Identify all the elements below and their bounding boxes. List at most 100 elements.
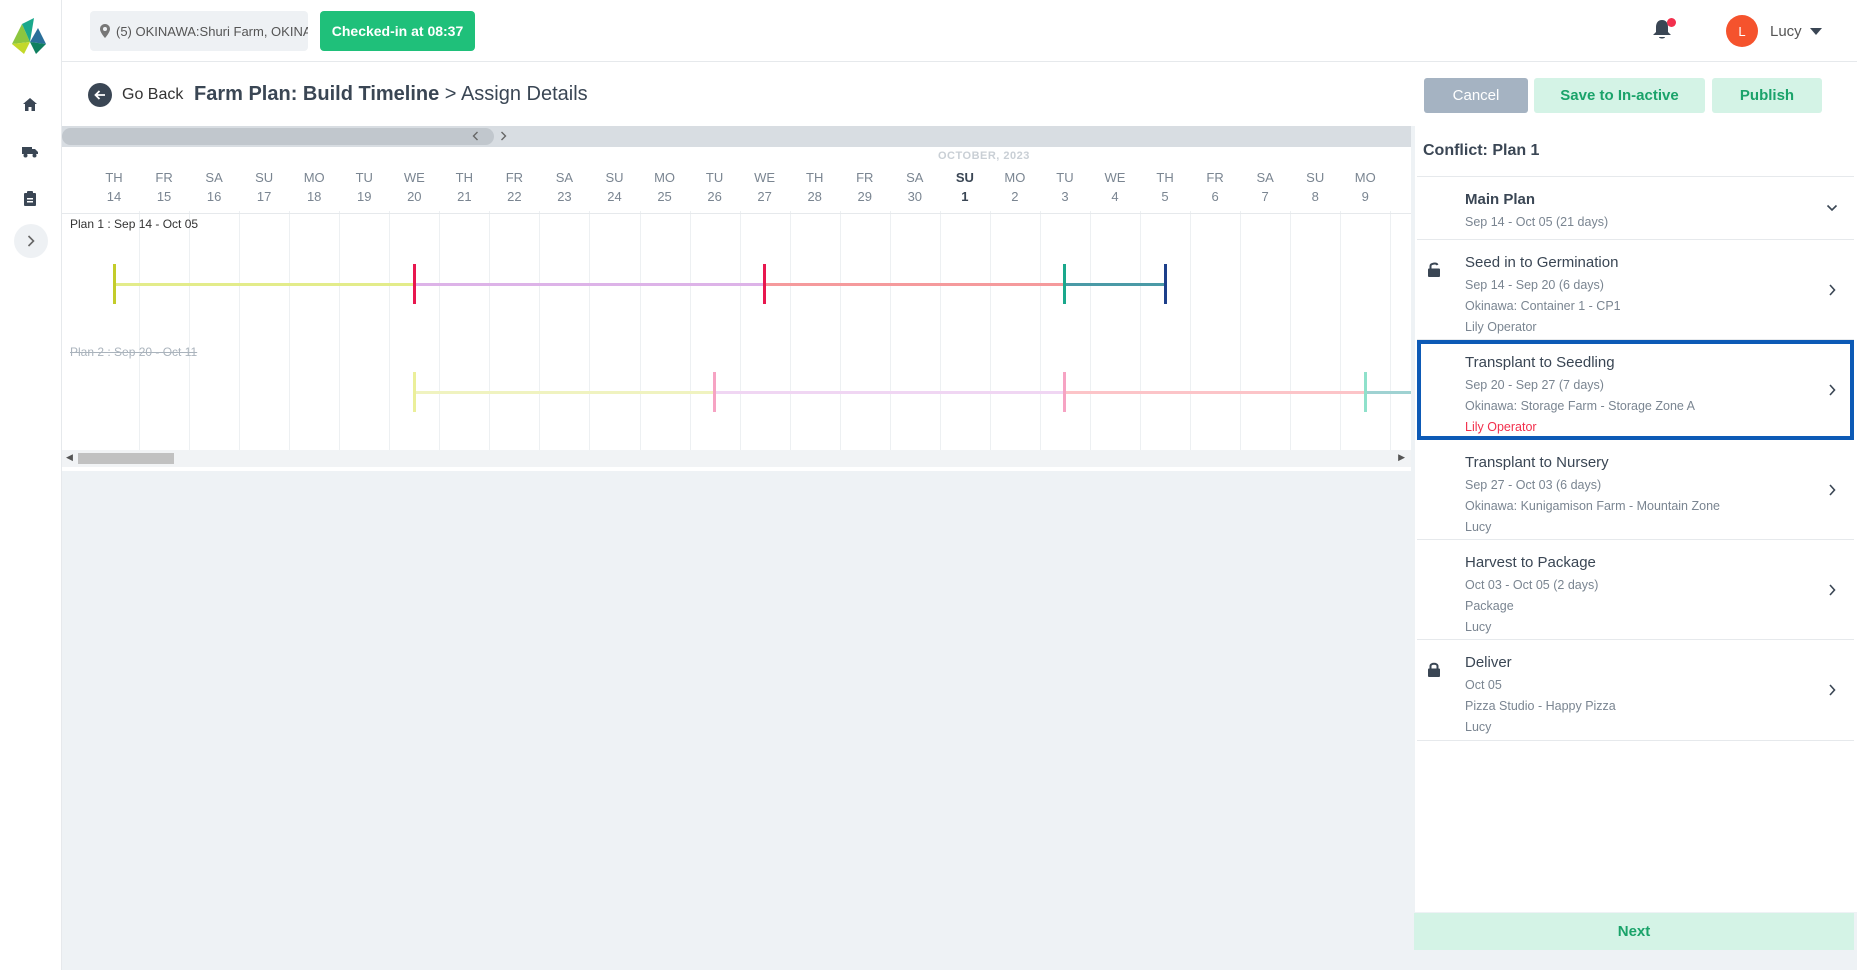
plan-1-stage-bar[interactable] [114,283,415,286]
step-item[interactable]: Main Plan Sep 14 - Oct 05 (21 days) [1417,177,1854,240]
timeline-scrollbar-thumb[interactable] [78,453,174,464]
day-of-week-label: TU [705,170,724,185]
timeline-next-button[interactable] [494,127,512,145]
day-of-week-label: TU [355,170,373,185]
timeline-top-scroller-thumb[interactable] [62,128,494,145]
day-number-label: 15 [156,189,172,204]
step-item[interactable]: Harvest to Package Oct 03 - Oct 05 (2 day… [1417,540,1854,640]
day-of-week-label: MO [1354,170,1376,185]
day-of-week-label: TH [105,170,123,185]
step-text: Main Plan Sep 14 - Oct 05 (21 days) [1417,177,1854,229]
next-button[interactable]: Next [1414,913,1854,950]
step-name: Transplant to Seedling [1465,354,1615,371]
step-name: Seed in to Germination [1465,254,1619,271]
day-number-label: 20 [407,189,422,204]
truck-icon[interactable] [16,138,44,166]
scroll-left-arrow-icon[interactable]: ◀ [66,452,73,463]
plan-1-stage-marker[interactable] [112,264,116,304]
clipboard-icon[interactable] [16,184,44,212]
expand-sidebar-button[interactable] [14,224,48,258]
step-item[interactable]: Deliver Oct 05 Pizza Studio - Happy Pizza L… [1417,640,1854,741]
day-number-label: 16 [206,189,222,204]
day-number-label: 7 [1261,189,1269,204]
conflict-panel: Conflict: Plan 1 Main Plan Sep 14 - Oct 0… [1415,126,1857,912]
plan-1-stage-bar[interactable] [764,283,1065,286]
timeline-day-column: SA 30 [890,170,940,204]
plan-2-stage-marker[interactable] [1063,372,1067,412]
breadcrumb-current: Assign Details [460,83,588,105]
plan-2-stage-marker[interactable] [1363,372,1367,412]
location-selector[interactable]: (5) OKINAWA:Shuri Farm, OKINAWA [90,11,308,51]
app-logo[interactable] [8,14,50,56]
day-of-week-label: TH [455,170,474,185]
plan-2-stage-bar[interactable] [1064,391,1366,394]
timeline-grid-line [239,211,241,451]
timeline-day-column: SU 1 [940,170,990,204]
plan-2-stage-marker[interactable] [713,372,717,412]
cancel-button[interactable]: Cancel [1424,78,1528,113]
chevron-right-icon [1829,283,1836,296]
day-number-label: 1 [961,189,969,204]
plan-1-stage-marker[interactable] [412,264,416,304]
timeline-day-column: SA 16 [189,170,239,204]
notifications-button[interactable] [1652,18,1676,42]
timeline-day-column: WE 27 [740,170,790,204]
step-name: Main Plan [1465,191,1536,208]
timeline-day-column: FR 22 [489,170,539,204]
breadcrumb-separator: > [444,83,457,105]
unlock-icon [1428,262,1440,277]
timeline-grid-line [339,211,341,451]
arrow-left-icon [94,90,105,100]
plan-1-stage-bar[interactable] [414,283,765,286]
step-location: Okinawa: Storage Farm - Storage Zone A [1465,399,1695,413]
plan-2-stage-bar[interactable] [1365,391,1411,394]
timeline-day-column: FR 29 [840,170,890,204]
caret-down-icon [1809,27,1822,35]
timeline-grid-line [1089,211,1091,451]
plan-2-stage-bar[interactable] [714,391,1065,394]
timeline-grid-line [189,211,191,451]
chevron-left-icon [472,131,478,141]
step-item[interactable]: Transplant to Nursery Sep 27 - Oct 03 (6 … [1417,440,1854,540]
scroll-right-arrow-icon[interactable]: ▶ [1398,452,1405,463]
go-back-link[interactable]: Go Back [122,86,183,104]
timeline-prev-button[interactable] [466,127,484,145]
timeline-grid-line [539,211,541,451]
day-of-week-label: MO [654,170,676,185]
step-item[interactable]: Seed in to Germination Sep 14 - Sep 20 (6… [1417,240,1854,340]
timeline-grid-line [739,211,741,451]
day-of-week-label: WE [403,170,425,185]
plan-2-stage-marker[interactable] [412,372,416,412]
plan-1-stage-marker[interactable] [763,264,767,304]
checkin-button[interactable]: Checked-in at 08:37 [320,11,475,51]
go-back-button[interactable] [88,83,112,107]
step-item[interactable]: Transplant to Seedling Sep 20 - Sep 27 (7… [1417,340,1854,440]
timeline-day-column: WE 4 [1090,170,1140,204]
timeline-horizontal-scrollbar[interactable]: ◀ ▶ [62,450,1411,467]
timeline-day-column: MO 2 [990,170,1040,204]
day-number-label: 9 [1361,189,1369,204]
home-icon[interactable] [16,90,44,118]
timeline-top-scroller[interactable] [62,126,1411,147]
publish-button[interactable]: Publish [1712,78,1822,113]
plan-1-stage-marker[interactable] [1063,264,1067,304]
page-title-main: Farm Plan: Build Timeline [194,83,440,105]
user-menu[interactable]: L Lucy [1726,14,1822,48]
day-of-week-label: TH [1156,170,1174,185]
save-inactive-button[interactable]: Save to In-active [1534,78,1705,113]
plan-1-stage-marker[interactable] [1163,264,1167,304]
plan-1-stage-bar[interactable] [1064,283,1166,286]
day-number-label: 29 [857,189,872,204]
left-sidebar [0,0,62,970]
day-of-week-label: SU [955,170,974,185]
day-of-week-label: SU [1306,170,1325,185]
day-number-label: 3 [1061,189,1069,204]
day-number-label: 24 [607,189,622,204]
chevron-down-icon [1826,204,1838,212]
step-text: Deliver Oct 05 Pizza Studio - Happy Pizza L… [1417,640,1854,734]
chevron-right-icon [1829,483,1836,496]
day-number-label: 30 [907,189,923,204]
timeline-day-column: MO 18 [289,170,339,204]
timeline-day-column: SU 17 [239,170,289,204]
plan-2-stage-bar[interactable] [414,391,715,394]
